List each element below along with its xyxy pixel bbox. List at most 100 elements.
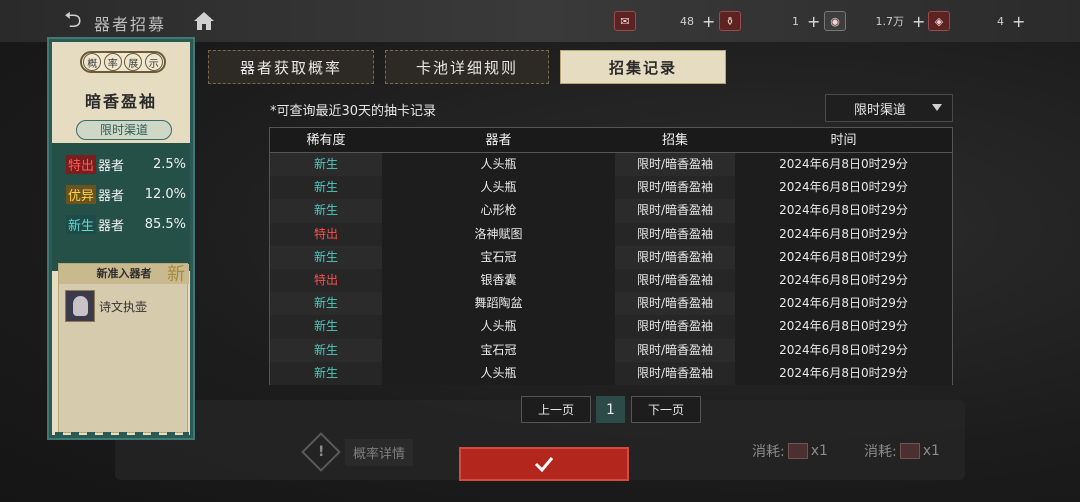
coin-icon: ◉ xyxy=(824,11,846,31)
channel-dropdown[interactable]: 限时渠道 xyxy=(825,94,953,122)
cost-label: 消耗: xyxy=(864,444,897,460)
probability-detail-label: 概率详情 xyxy=(345,438,414,466)
pot-ticket-icon xyxy=(899,443,920,459)
table-row: 新生 舞蹈陶盆 限时/暗香盈袖 2024年6月8日0时29分 xyxy=(270,292,952,316)
letter-ticket-icon xyxy=(787,443,808,459)
item-cell: 人头瓶 xyxy=(382,361,615,385)
pool-cell: 限时/暗香盈袖 xyxy=(615,338,735,362)
time-cell: 2024年6月8日0时29分 xyxy=(735,245,952,269)
pool-cell: 限时/暗香盈袖 xyxy=(615,153,735,177)
pool-name: 暗香盈袖 xyxy=(84,92,157,111)
header-time: 时间 xyxy=(830,133,857,148)
records-hint: *可查询最近30天的抽卡记录 xyxy=(270,104,437,119)
rarity-cell: 特出 xyxy=(270,222,382,246)
title-char: 概 xyxy=(83,53,102,71)
current-page: 1 xyxy=(596,396,625,423)
pool-cell: 限时/暗香盈袖 xyxy=(615,268,735,293)
pool-cell: 限时/暗香盈袖 xyxy=(615,199,735,223)
next-page-button[interactable]: 下一页 xyxy=(631,396,701,423)
rarity-cell: 新生 xyxy=(270,292,382,316)
rarity-cell: 特出 xyxy=(270,268,382,293)
add-resource-button[interactable]: + xyxy=(702,12,715,31)
table-row: 新生 心形枪 限时/暗香盈袖 2024年6月8日0时29分 xyxy=(270,199,952,223)
header-item: 器者 xyxy=(485,133,512,148)
pot-ticket-icon: ⚱ xyxy=(719,11,741,31)
add-resource-button[interactable]: + xyxy=(1012,12,1025,31)
rate-percent: 12.0% xyxy=(144,187,186,202)
table-row: 新生 人头瓶 限时/暗香盈袖 2024年6月8日0时29分 xyxy=(270,153,952,177)
header-pool: 招集 xyxy=(661,133,688,148)
rate-row-excellent: 优异 器者 12.0% xyxy=(66,185,186,204)
records-table: 稀有度 器者 招集 时间 新生 人头瓶 限时/暗香盈袖 2024年6月8日0时29分新… xyxy=(269,127,953,385)
title-char: 示 xyxy=(144,53,163,71)
card-bottom-edge xyxy=(55,432,189,438)
probability-card: 概 率 展 示 暗香盈袖 限时渠道 特出 器者 2.5% 优异 器者 12.0%… xyxy=(47,37,195,440)
pool-cell: 限时/暗香盈袖 xyxy=(615,292,735,316)
add-resource-button[interactable]: + xyxy=(807,12,820,31)
page-title: 器者招募 xyxy=(94,15,167,34)
channel-dropdown-value: 限时渠道 xyxy=(854,102,907,118)
rate-kind: 器者 xyxy=(98,189,125,204)
table-row: 新生 宝石冠 限时/暗香盈袖 2024年6月8日0时29分 xyxy=(270,245,952,269)
title-char: 展 xyxy=(124,53,143,71)
time-cell: 2024年6月8日0时29分 xyxy=(735,338,952,362)
channel-badge: 限时渠道 xyxy=(76,120,172,140)
time-cell: 2024年6月8日0时29分 xyxy=(735,292,952,316)
crystal-icon: ◈ xyxy=(928,11,950,31)
rate-kind: 器者 xyxy=(98,219,125,234)
rarity-tag: 新生 xyxy=(66,215,97,234)
rate-percent: 85.5% xyxy=(144,217,186,232)
home-icon[interactable] xyxy=(192,10,216,32)
item-cell: 舞蹈陶盆 xyxy=(382,292,615,316)
pool-cell: 限时/暗香盈袖 xyxy=(615,222,735,246)
confirm-button[interactable] xyxy=(459,447,629,481)
table-body: 新生 人头瓶 限时/暗香盈袖 2024年6月8日0时29分 新生 人头瓶 限时/暗香盈袖 20… xyxy=(270,153,952,385)
rarity-tag: 特出 xyxy=(66,155,97,174)
pool-cell: 限时/暗香盈袖 xyxy=(615,361,735,385)
tab-pool-rules[interactable]: 卡池详细规则 xyxy=(385,50,549,84)
time-cell: 2024年6月8日0时29分 xyxy=(735,222,952,246)
prev-page-button[interactable]: 上一页 xyxy=(521,396,591,423)
probability-display-title: 概 率 展 示 xyxy=(80,51,166,73)
item-cell: 心形枪 xyxy=(382,199,615,223)
item-cell: 宝石冠 xyxy=(382,338,615,362)
table-row: 新生 人头瓶 限时/暗香盈袖 2024年6月8日0时29分 xyxy=(270,176,952,200)
resource-value: 1.7万 xyxy=(875,15,905,28)
rate-row-new: 新生 器者 85.5% xyxy=(66,215,186,234)
rarity-cell: 新生 xyxy=(270,338,382,362)
pool-cell: 限时/暗香盈袖 xyxy=(615,245,735,269)
tab-probability[interactable]: 器者获取概率 xyxy=(208,50,374,84)
item-cell: 银香囊 xyxy=(382,268,615,293)
new-item-name: 诗文执壶 xyxy=(99,300,148,314)
table-row: 新生 宝石冠 限时/暗香盈袖 2024年6月8日0时29分 xyxy=(270,338,952,362)
tab-records[interactable]: 招集记录 xyxy=(560,50,726,84)
probability-detail-button[interactable]: ! 概率详情 xyxy=(301,432,417,472)
item-cell: 人头瓶 xyxy=(382,315,615,339)
item-cell: 宝石冠 xyxy=(382,245,615,269)
rarity-cell: 新生 xyxy=(270,199,382,223)
rate-row-special: 特出 器者 2.5% xyxy=(66,155,186,174)
new-mark: 新 xyxy=(167,264,185,285)
resource-pot: ⚱ 1 + xyxy=(719,8,820,34)
rarity-tag: 优异 xyxy=(66,185,97,204)
rarity-cell: 新生 xyxy=(270,245,382,269)
back-arrow-icon[interactable]: ⮌ xyxy=(64,9,92,33)
rates-panel: 特出 器者 2.5% 优异 器者 12.0% 新生 器者 85.5% xyxy=(52,143,190,271)
cost-label: 消耗: xyxy=(752,444,785,460)
item-avatar[interactable] xyxy=(65,290,95,322)
pool-cell: 限时/暗香盈袖 xyxy=(615,315,735,339)
new-items-box: 新准入器者 新 诗文执壶 xyxy=(58,263,189,433)
resource-coin: ◉ 1.7万 + xyxy=(824,8,925,34)
header-rarity: 稀有度 xyxy=(306,133,346,148)
resource-value: 48 xyxy=(680,14,694,28)
time-cell: 2024年6月8日0时29分 xyxy=(735,361,952,385)
rarity-cell: 新生 xyxy=(270,176,382,200)
title-char: 率 xyxy=(103,53,122,71)
item-cell: 洛神赋图 xyxy=(382,222,615,246)
time-cell: 2024年6月8日0时29分 xyxy=(735,153,952,177)
cost-single: 消耗: x1 xyxy=(752,441,828,461)
check-icon xyxy=(534,457,554,472)
add-resource-button[interactable]: + xyxy=(912,12,925,31)
table-header: 稀有度 器者 招集 时间 xyxy=(270,128,952,153)
resource-crystal: ◈ 4 + xyxy=(928,8,1025,34)
